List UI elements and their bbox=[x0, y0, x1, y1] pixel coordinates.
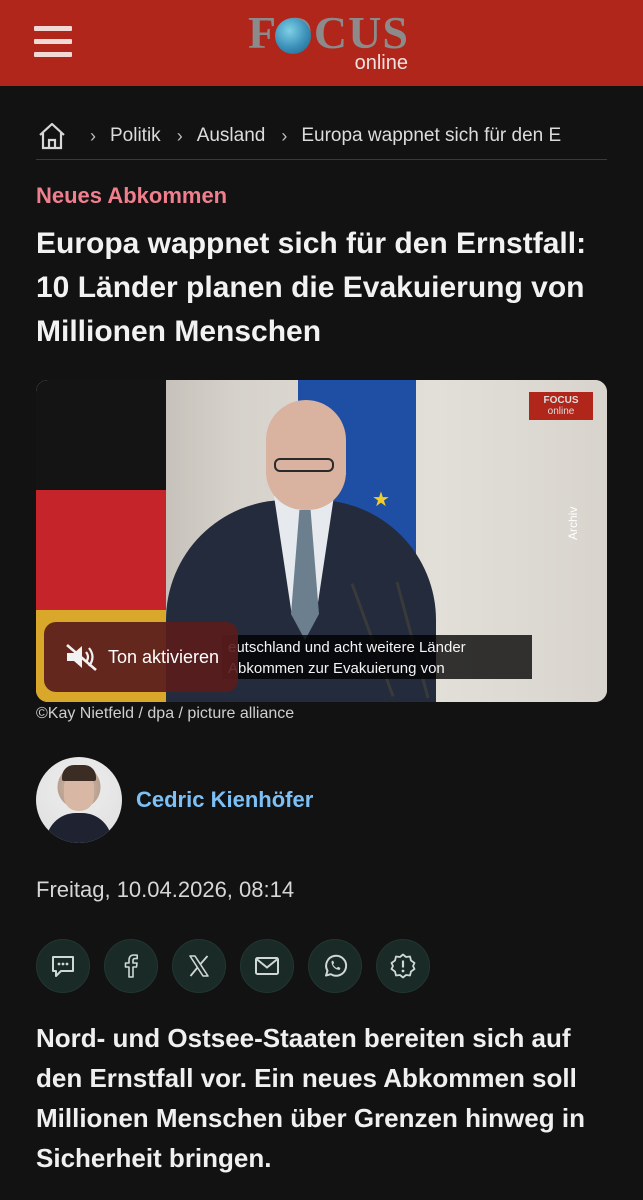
article-kicker: Neues Abkommen bbox=[36, 183, 228, 208]
image-credit: ©Kay Nietfeld / dpa / picture alliance bbox=[36, 705, 295, 722]
publish-date: Freitag, 10.04.2026, 08:14 bbox=[36, 877, 295, 902]
breadcrumb-ausland[interactable]: Ausland bbox=[197, 125, 266, 147]
whatsapp-share-button[interactable] bbox=[308, 939, 362, 993]
chevron-right-icon: › bbox=[281, 125, 288, 146]
mail-icon bbox=[255, 957, 279, 975]
subtitle-line: Abkommen zur Evakuierung von bbox=[228, 660, 445, 677]
article-video[interactable]: ★ ★ ★ FOCUS online Archiv eutschland und… bbox=[36, 380, 607, 702]
report-icon bbox=[390, 953, 416, 979]
breadcrumb-politik[interactable]: Politik bbox=[110, 125, 161, 147]
sound-button-label: Ton aktivieren bbox=[108, 646, 220, 667]
mail-share-button[interactable] bbox=[240, 939, 294, 993]
activate-sound-button[interactable]: Ton aktivieren bbox=[44, 622, 238, 692]
chevron-right-icon: › bbox=[90, 125, 96, 146]
watermark-logo: FOCUS online bbox=[529, 392, 593, 420]
comment-icon bbox=[52, 956, 74, 977]
breadcrumb: › Politik › Ausland › Europa wappnet sic… bbox=[36, 116, 607, 156]
whatsapp-icon bbox=[325, 954, 348, 977]
speaker-muted-icon bbox=[66, 644, 97, 671]
facebook-share-button[interactable] bbox=[104, 939, 158, 993]
top-bar: FOCUS online bbox=[0, 0, 643, 86]
author-avatar[interactable] bbox=[36, 757, 122, 843]
home-icon[interactable] bbox=[36, 120, 68, 152]
video-subtitle: eutschland und acht weitere Länder Abkom… bbox=[222, 635, 532, 679]
focus-online-logo[interactable]: FOCUS online bbox=[248, 8, 418, 78]
article-lead: Nord- und Ostsee-Staaten bereiten sich a… bbox=[36, 1023, 585, 1173]
report-button[interactable] bbox=[376, 939, 430, 993]
x-share-button[interactable] bbox=[172, 939, 226, 993]
hamburger-icon[interactable] bbox=[34, 26, 74, 58]
x-icon bbox=[189, 955, 209, 977]
author-link[interactable]: Cedric Kienhöfer bbox=[136, 787, 313, 813]
share-bar bbox=[36, 939, 444, 993]
facebook-icon bbox=[124, 954, 138, 978]
globe-icon bbox=[275, 18, 311, 54]
article-headline: Europa wappnet sich für den Ernstfall: 1… bbox=[36, 227, 587, 348]
subtitle-line: eutschland und acht weitere Länder bbox=[228, 639, 466, 656]
chevron-right-icon: › bbox=[176, 125, 183, 146]
logo-sub: online bbox=[354, 52, 408, 74]
comment-button[interactable] bbox=[36, 939, 90, 993]
archive-label: Archiv bbox=[566, 506, 580, 540]
logo-word: FOCUS bbox=[248, 7, 409, 58]
breadcrumb-current: Europa wappnet sich für den E bbox=[301, 125, 562, 146]
divider bbox=[36, 159, 607, 160]
